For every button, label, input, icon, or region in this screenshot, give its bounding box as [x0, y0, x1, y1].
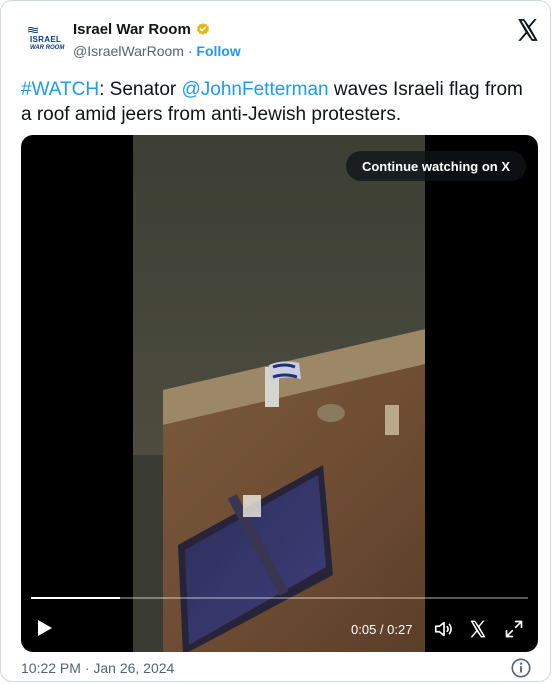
avatar[interactable]: ISRAEL WAR ROOM	[21, 21, 67, 61]
handle-row: @IsraelWarRoom · Follow	[73, 43, 241, 59]
building-wall-image	[163, 329, 425, 652]
expand-icon[interactable]	[504, 619, 524, 639]
tweet-timestamp[interactable]: 10:22 PM · Jan 26, 2024	[21, 660, 174, 676]
info-icon[interactable]	[510, 657, 532, 679]
tweet-header: ISRAEL WAR ROOM Israel War Room @IsraelW…	[21, 15, 541, 65]
avatar-logo-subtext: WAR ROOM	[30, 45, 65, 51]
x-logo-icon[interactable]	[468, 619, 488, 639]
tweet-text-part: : Senator	[99, 79, 182, 100]
video-controls: 0:05 / 0:27	[21, 611, 538, 647]
play-icon[interactable]	[37, 619, 53, 637]
avatar-logo-text: ISRAEL	[30, 35, 62, 44]
continue-watching-button[interactable]: Continue watching on X	[345, 151, 526, 181]
volume-icon[interactable]	[433, 618, 455, 640]
video-frame	[133, 135, 425, 652]
video-time: 0:05 / 0:27	[351, 622, 412, 637]
progress-fill	[31, 597, 121, 599]
mention-link[interactable]: @JohnFetterman	[182, 79, 329, 100]
hashtag-link[interactable]: #WATCH	[21, 79, 99, 100]
name-row: Israel War Room	[73, 21, 211, 38]
separator: ·	[183, 43, 197, 59]
current-time: 0:05	[351, 622, 377, 637]
progress-bar[interactable]	[31, 597, 528, 599]
verified-badge-icon	[196, 22, 209, 35]
duration: 0:27	[387, 622, 413, 637]
handle[interactable]: @IsraelWarRoom	[73, 43, 184, 59]
avatar-flag-icon	[28, 27, 38, 33]
tweet-card: ISRAEL WAR ROOM Israel War Room @IsraelW…	[0, 0, 551, 682]
video-player[interactable]: Continue watching on X 0:05 / 0:27	[21, 135, 538, 652]
time-separator: /	[376, 622, 388, 637]
tweet-text: #WATCH: Senator @JohnFetterman waves Isr…	[21, 77, 537, 127]
display-name[interactable]: Israel War Room	[73, 21, 191, 38]
x-logo-icon[interactable]	[515, 17, 541, 43]
follow-button[interactable]: Follow	[196, 43, 240, 59]
